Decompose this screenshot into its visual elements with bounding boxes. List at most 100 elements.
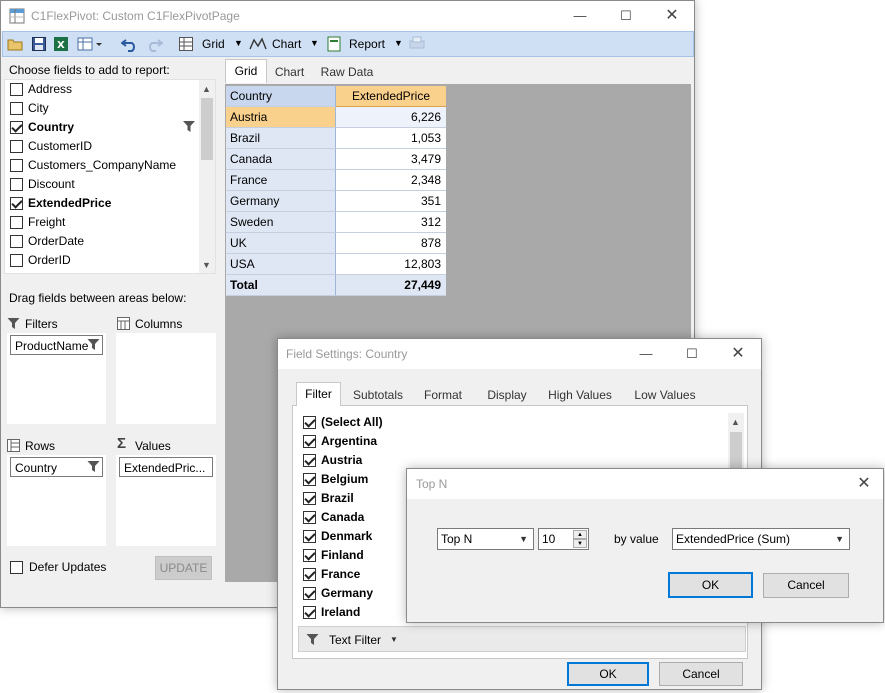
close-button[interactable]: ✕ [649, 1, 695, 31]
field-item[interactable]: Freight [5, 213, 201, 232]
filter-list-item[interactable]: (Select All) [298, 413, 718, 432]
topn-cancel-button[interactable]: Cancel [763, 573, 849, 598]
filter-item-checkbox[interactable] [303, 416, 316, 429]
topn-by-value-select[interactable]: ExtendedPrice (Sum) ▼ [672, 528, 850, 550]
field-checkbox[interactable] [10, 216, 23, 229]
fs-maximize-button[interactable]: ☐ [669, 339, 715, 369]
filter-item-checkbox[interactable] [303, 530, 316, 543]
field-item[interactable]: OrderDate [5, 232, 201, 251]
grid-row-header[interactable]: USA [226, 254, 336, 275]
fs-tab-filter[interactable]: Filter [296, 382, 341, 406]
chevron-down-icon[interactable]: ▼ [390, 635, 398, 644]
filter-item-checkbox[interactable] [303, 454, 316, 467]
chart-menu-button[interactable]: Chart [272, 37, 301, 51]
row-field-chip[interactable]: Country [10, 457, 103, 477]
filter-field-chip[interactable]: ProductName [10, 335, 103, 355]
grid-value-cell[interactable]: 878 [336, 233, 446, 254]
undo-icon[interactable] [120, 36, 139, 55]
field-item[interactable]: PostalCode [5, 270, 201, 274]
grid-value-cell[interactable]: 312 [336, 212, 446, 233]
field-item[interactable]: OrderID [5, 251, 201, 270]
scroll-thumb[interactable] [730, 432, 742, 472]
grid-row-header[interactable]: Sweden [226, 212, 336, 233]
filter-list-item[interactable]: Argentina [298, 432, 718, 451]
filter-item-checkbox[interactable] [303, 587, 316, 600]
grid-row-header[interactable]: Germany [226, 191, 336, 212]
stepper-down-icon[interactable]: ▼ [573, 539, 587, 548]
fs-tab-low-values[interactable]: Low Values [631, 384, 699, 408]
text-filter-bar[interactable]: Text Filter ▼ [298, 626, 746, 652]
maximize-button[interactable]: ☐ [603, 1, 649, 31]
filter-item-checkbox[interactable] [303, 473, 316, 486]
grid-row-header[interactable]: Austria [226, 107, 336, 128]
scroll-down-icon[interactable]: ▼ [202, 260, 211, 270]
grid-row-header[interactable]: France [226, 170, 336, 191]
filter-item-checkbox[interactable] [303, 435, 316, 448]
grid-total-value[interactable]: 27,449 [336, 275, 446, 296]
fs-ok-button[interactable]: OK [567, 662, 649, 686]
field-list-scrollbar[interactable]: ▲ ▼ [199, 80, 215, 273]
value-field-chip[interactable]: ExtendedPric... [119, 457, 213, 477]
grid-menu-button[interactable]: Grid [202, 37, 225, 51]
field-checkbox[interactable] [10, 235, 23, 248]
report-icon[interactable] [327, 36, 341, 55]
fs-tab-format[interactable]: Format [418, 384, 468, 408]
fs-tab-subtotals[interactable]: Subtotals [346, 384, 410, 408]
defer-updates-checkbox[interactable] [10, 561, 23, 574]
tab-chart[interactable]: Chart [267, 61, 312, 85]
grid-row-header[interactable]: Canada [226, 149, 336, 170]
layout-dropdown-icon[interactable] [77, 36, 103, 55]
excel-icon[interactable]: X [53, 36, 69, 55]
filter-item-checkbox[interactable] [303, 492, 316, 505]
chevron-down-icon[interactable]: ▼ [234, 38, 243, 48]
chevron-down-icon[interactable]: ▼ [310, 38, 319, 48]
grid-header-row-field[interactable]: Country [226, 86, 336, 107]
topn-count-stepper[interactable]: 10 ▲ ▼ [538, 528, 589, 550]
report-menu-button[interactable]: Report [349, 37, 385, 51]
stepper-up-icon[interactable]: ▲ [573, 530, 587, 539]
grid-value-cell[interactable]: 6,226 [336, 107, 446, 128]
field-item[interactable]: Customers_CompanyName [5, 156, 201, 175]
topn-close-button[interactable]: ✕ [845, 469, 883, 499]
field-checkbox[interactable] [10, 254, 23, 267]
grid-total-row[interactable]: Total [226, 275, 336, 296]
field-checkbox[interactable] [10, 121, 23, 134]
tab-grid[interactable]: Grid [225, 59, 267, 83]
field-item[interactable]: Address [5, 80, 201, 99]
field-checkbox[interactable] [10, 197, 23, 210]
field-checkbox[interactable] [10, 273, 23, 274]
filter-funnel-icon[interactable] [87, 460, 100, 476]
scroll-thumb[interactable] [201, 98, 213, 160]
columns-area[interactable] [116, 333, 216, 424]
grid-value-cell[interactable]: 1,053 [336, 128, 446, 149]
field-item[interactable]: City [5, 99, 201, 118]
field-item[interactable]: CustomerID [5, 137, 201, 156]
chevron-down-icon[interactable]: ▼ [394, 38, 403, 48]
filter-item-checkbox[interactable] [303, 511, 316, 524]
fs-minimize-button[interactable]: — [623, 339, 669, 369]
fs-tab-high-values[interactable]: High Values [544, 384, 616, 408]
field-item[interactable]: Discount [5, 175, 201, 194]
grid-value-cell[interactable]: 2,348 [336, 170, 446, 191]
grid-icon[interactable] [179, 37, 193, 54]
field-checkbox[interactable] [10, 159, 23, 172]
filter-item-checkbox[interactable] [303, 606, 316, 619]
save-icon[interactable] [31, 36, 47, 55]
tab-raw-data[interactable]: Raw Data [312, 61, 382, 85]
field-checkbox[interactable] [10, 102, 23, 115]
topn-ok-button[interactable]: OK [668, 572, 753, 598]
field-item[interactable]: ExtendedPrice [5, 194, 201, 213]
fs-cancel-button[interactable]: Cancel [659, 662, 743, 686]
field-checkbox[interactable] [10, 140, 23, 153]
scroll-up-icon[interactable]: ▲ [202, 84, 211, 94]
grid-row-header[interactable]: UK [226, 233, 336, 254]
filter-item-checkbox[interactable] [303, 549, 316, 562]
open-folder-icon[interactable] [7, 36, 23, 55]
field-checkbox[interactable] [10, 178, 23, 191]
fs-close-button[interactable]: ✕ [715, 339, 761, 369]
minimize-button[interactable]: — [557, 1, 603, 31]
grid-value-cell[interactable]: 351 [336, 191, 446, 212]
grid-value-cell[interactable]: 3,479 [336, 149, 446, 170]
grid-row-header[interactable]: Brazil [226, 128, 336, 149]
topn-mode-select[interactable]: Top N ▼ [437, 528, 534, 550]
